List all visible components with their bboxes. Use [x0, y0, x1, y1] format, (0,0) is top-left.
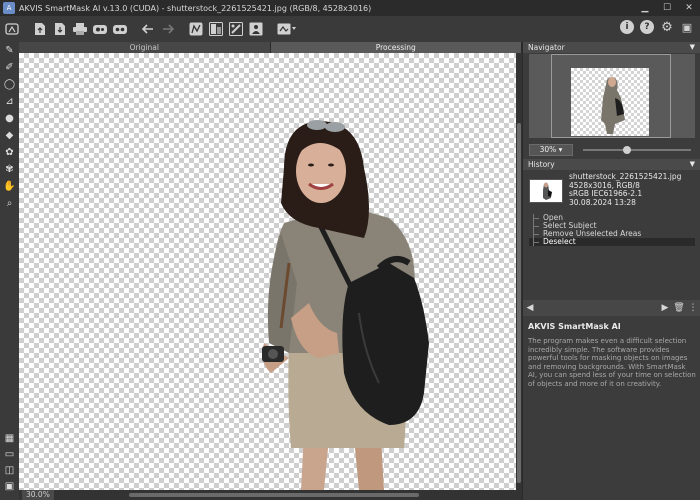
color-brush-icon[interactable]: ✿ [0, 144, 19, 161]
history-play-icon[interactable]: ▶ [658, 303, 672, 313]
rect-view-icon[interactable]: ▭ [0, 446, 19, 462]
horizontal-scroll-thumb[interactable] [129, 493, 419, 497]
redo-icon[interactable] [160, 21, 176, 37]
undo-icon[interactable] [140, 21, 156, 37]
history-snapshot[interactable]: shutterstock_2261525421.jpg 4528x3016, R… [529, 172, 695, 209]
history-header[interactable]: History ▼ [523, 159, 700, 170]
status-bar: 30.0% [19, 490, 522, 500]
maximize-button[interactable]: ☐ [656, 0, 678, 16]
collapse-caret-icon[interactable]: ▼ [690, 42, 695, 53]
lasso-icon[interactable]: ◯ [0, 76, 19, 93]
share-icon[interactable] [92, 21, 108, 37]
navigator-viewport-frame[interactable] [551, 54, 671, 138]
subject-image [262, 120, 429, 490]
help-icon[interactable]: ? [640, 20, 654, 34]
tab-original[interactable]: Original [19, 42, 271, 53]
checker-view-icon[interactable]: ▦ [0, 430, 19, 446]
navigator-title: Navigator [528, 43, 565, 52]
mask-view-icon[interactable]: ▣ [0, 478, 19, 494]
history-delete-icon[interactable]: 🗑 [672, 303, 686, 313]
zoom-dropdown[interactable]: 30% ▾ [529, 144, 573, 156]
settings-icon[interactable]: ⚙ [660, 20, 674, 35]
hand-icon[interactable]: ✋ [0, 178, 19, 195]
zoom-control: 30% ▾ [529, 143, 695, 157]
history-menu-icon[interactable]: ⋮ [686, 303, 700, 313]
zoom-slider[interactable] [583, 146, 691, 154]
image-icon[interactable] [248, 21, 264, 37]
zoom-icon[interactable]: ⌕ [0, 195, 19, 212]
feedback-icon[interactable]: ▣ [680, 20, 694, 34]
split-view-icon[interactable]: ◫ [0, 462, 19, 478]
share-alt-icon[interactable] [112, 21, 128, 37]
history-list: Open Select Subject Remove Unselected Ar… [529, 214, 695, 246]
view-tabs: Original Processing [19, 42, 522, 53]
history-toolbar: ◀ ▶ 🗑 ⋮ [523, 300, 700, 316]
snapshot-date: 30.08.2024 13:28 [569, 197, 636, 207]
select-subject-icon[interactable] [188, 21, 204, 37]
print-icon[interactable] [72, 21, 88, 37]
app-logo-icon: A [3, 2, 15, 14]
dropper-icon[interactable]: ⊿ [0, 93, 19, 110]
tool-palette: ✎ ✐ ◯ ⊿ ● ◆ ✿ ✾ ✋ ⌕ ▦ ▭ ◫ ▣ [0, 42, 19, 500]
snapshot-thumbnail [529, 179, 563, 203]
zoom-status: 30.0% [22, 490, 54, 500]
zoom-slider-knob[interactable] [623, 146, 631, 154]
help-text: The program makes even a difficult selec… [528, 337, 696, 388]
magic-brush-icon[interactable]: ✐ [0, 59, 19, 76]
layers-icon[interactable] [276, 21, 298, 37]
tool-icon[interactable] [228, 21, 244, 37]
open-icon[interactable] [32, 21, 48, 37]
info-icon[interactable]: i [620, 20, 634, 34]
close-button[interactable]: ✕ [678, 0, 700, 16]
history-back-icon[interactable]: ◀ [523, 303, 537, 313]
history-title: History [528, 160, 555, 169]
eraser-icon[interactable]: ◆ [0, 127, 19, 144]
right-panel: Navigator ▼ 30% ▾ History ▼ shutterstock… [522, 42, 700, 500]
help-title: AKVIS SmartMask AI [528, 322, 621, 331]
vertical-scroll-thumb[interactable] [517, 123, 521, 483]
mask-icon[interactable] [208, 21, 224, 37]
image-canvas[interactable] [19, 53, 516, 490]
tab-processing[interactable]: Processing [270, 42, 522, 53]
color-eraser-icon[interactable]: ✾ [0, 161, 19, 178]
navigator-header[interactable]: Navigator ▼ [523, 42, 700, 53]
save-icon[interactable] [52, 21, 68, 37]
drop-icon[interactable]: ● [0, 110, 19, 127]
minimize-button[interactable]: ▁ [634, 0, 656, 16]
collapse-caret-icon[interactable]: ▼ [690, 159, 695, 170]
main-toolbar: i ? ⚙ ▣ [0, 16, 700, 42]
selection-brush-icon[interactable]: ✎ [0, 42, 19, 59]
history-item-deselect[interactable]: Deselect [529, 238, 695, 246]
app-menu-icon[interactable] [4, 21, 20, 37]
navigator-preview[interactable] [529, 54, 695, 138]
title-bar: A AKVIS SmartMask AI v.13.0 (CUDA) - shu… [0, 0, 700, 16]
window-title: AKVIS SmartMask AI v.13.0 (CUDA) - shutt… [19, 3, 372, 13]
